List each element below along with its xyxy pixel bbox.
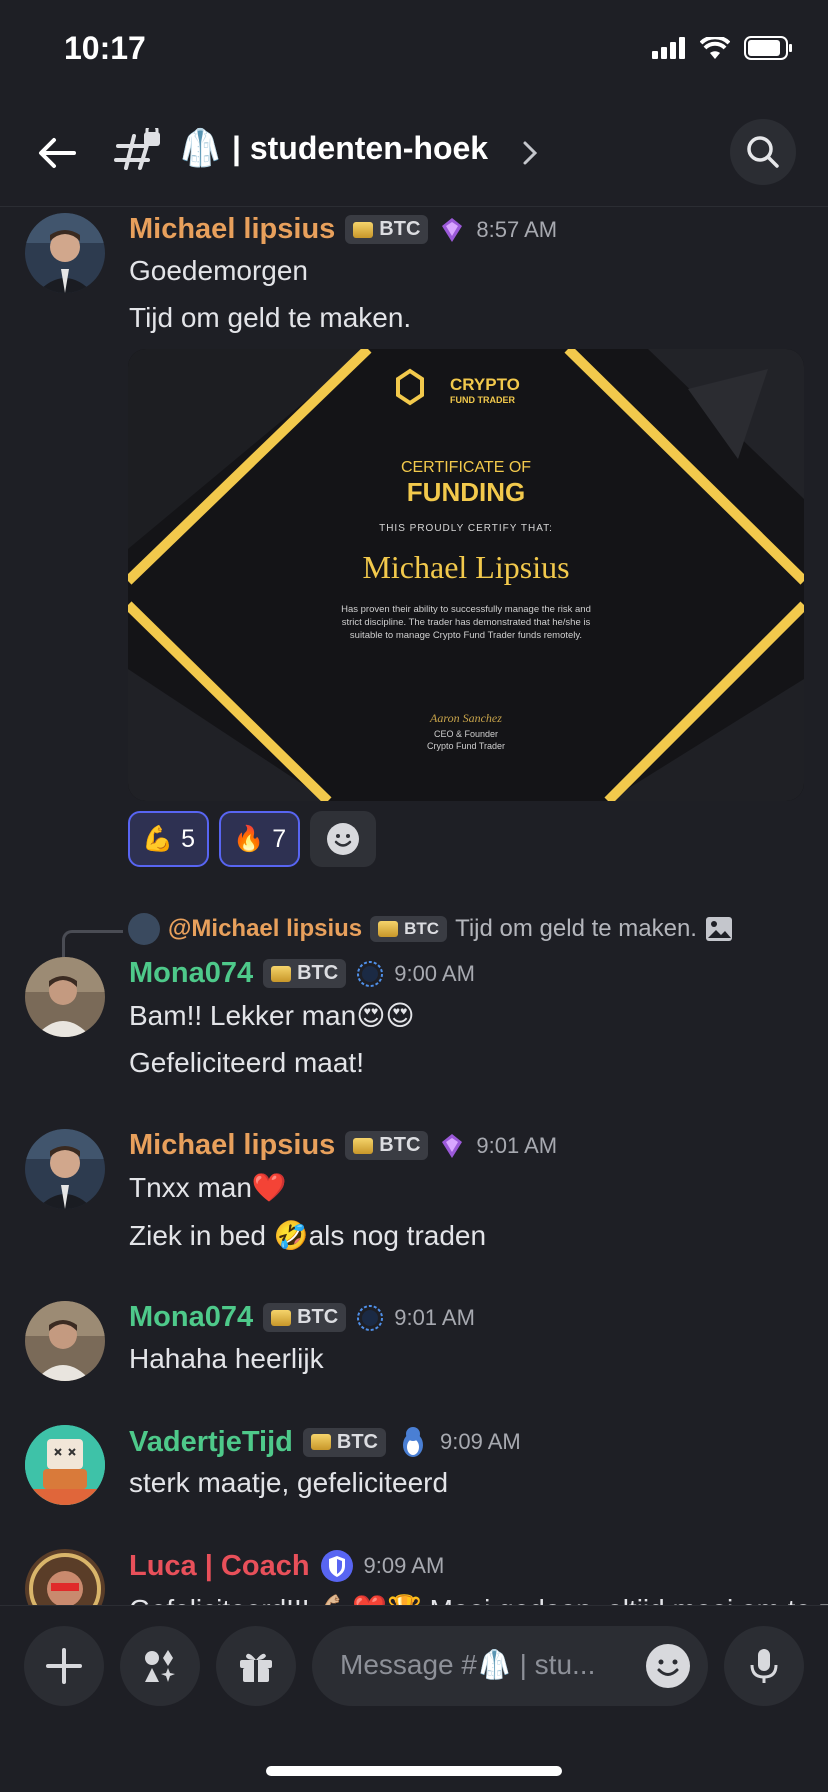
timestamp: 8:57 AM [476,216,558,242]
reaction-muscle[interactable]: 💪 5 [128,811,210,867]
back-arrow-icon[interactable] [34,130,80,176]
text-channel-lock-icon [114,128,160,170]
certificate-signature: Aaron Sanchez [430,711,502,725]
message-text: sterk maatje, gefeliciteerd [129,1467,449,1498]
status-time: 10:17 [64,30,146,66]
avatar[interactable] [25,1301,105,1381]
add-reaction-button[interactable] [310,811,377,867]
status-bar: 10:17 [0,0,828,100]
battery-icon [744,36,792,60]
role-badge: BTC [263,1303,347,1332]
timestamp: 9:09 AM [439,1429,521,1454]
gift-button[interactable] [216,1626,296,1706]
search-icon [747,136,779,168]
message-text: Gefeliciteerd!!! 💪🏼❤️🏆 Mooi gedaan, alti… [129,1593,828,1605]
message-meta: Michael lipsius BTC 8:57 AM [129,213,557,246]
certificate-name: Michael Lipsius [362,549,570,585]
emoji-icon [647,1645,689,1687]
message-text: Tijd om geld te maken. [129,302,412,333]
wifi-icon [700,37,730,59]
reaction-fire[interactable]: 🔥 7 [219,811,301,867]
avatar[interactable] [25,1129,105,1209]
role-badge: BTC [345,1131,429,1160]
avatar[interactable] [25,1549,105,1605]
timestamp: 9:01 AM [476,1132,558,1158]
message-placeholder: Message #🥼 | stu... [340,1649,596,1680]
message-meta: Mona074 BTC 9:00 AM [129,957,475,990]
message-meta: Michael lipsius BTC 9:01 AM [129,1129,557,1162]
fire-emoji: 🔥 [233,824,265,853]
certificate-brand-sub: FUND TRADER [450,395,515,405]
message-meta: Luca | Coach 9:09 AM [129,1549,444,1583]
author-name[interactable]: Luca | Coach [129,1550,310,1583]
muscle-emoji: 💪 [142,824,174,853]
message-text: Bam!! Lekker man😍😍 [129,1000,415,1031]
certificate-heading: CERTIFICATE OF [400,459,532,476]
status-icons [652,36,794,60]
home-indicator[interactable] [266,1766,562,1776]
reaction-count: 7 [272,824,287,853]
certificate-signer-company: Crypto Fund Trader [426,741,506,751]
penguin-badge-icon [402,1427,423,1457]
certificate-certify: THIS PROUDLY CERTIFY THAT: [379,523,553,534]
message-list[interactable]: Michael lipsius BTC 8:57 AM Goedemorgen … [0,207,828,1605]
message-text: Hahaha heerlijk [129,1343,324,1374]
reply-mention[interactable]: @Michael lipsius [168,915,362,943]
reaction-count: 5 [181,824,196,853]
gift-icon [240,1653,272,1682]
message-text: Ziek in bed 🤣als nog traden [129,1220,487,1251]
reply-avatar [128,913,160,945]
apps-icon [145,1650,175,1682]
search-button[interactable] [730,119,796,185]
author-name[interactable]: Mona074 [129,957,253,990]
certificate-brand: CRYPTO [450,375,520,394]
avatar[interactable] [25,213,105,293]
author-name[interactable]: VadertjeTijd [129,1426,293,1459]
message-meta: VadertjeTijd BTC 9:09 AM [129,1425,521,1459]
timestamp: 9:09 AM [363,1553,445,1578]
channel-emoji: 🥼 [178,127,223,168]
reply-preview[interactable]: @Michael lipsius BTC Tijd om geld te mak… [128,913,733,945]
channel-title[interactable]: | studenten-hoek [232,130,488,167]
emoji-icon [327,823,360,855]
plus-icon [46,1648,82,1684]
apps-button[interactable] [120,1626,200,1706]
signal-icon [652,37,685,59]
certificate-body: Has proven their ability to successfully… [341,604,591,641]
author-name[interactable]: Michael lipsius [129,213,335,246]
shield-badge-icon [320,1550,353,1582]
avatar[interactable] [25,1425,105,1505]
author-name[interactable]: Mona074 [129,1301,253,1334]
add-attachment-button[interactable] [24,1626,104,1706]
certificate-image[interactable]: CRYPTO FUND TRADER CERTIFICATE OF FUNDIN… [128,349,804,801]
role-badge: BTC [263,959,347,988]
timestamp: 9:00 AM [394,960,475,986]
level-badge-icon [357,960,384,987]
timestamp: 9:01 AM [394,1304,475,1330]
message-composer: Message #🥼 | stu... [0,1605,828,1726]
level-badge-icon [357,1304,384,1331]
chevron-right-icon[interactable] [520,138,540,168]
message-text: Gefeliciteerd maat! [129,1047,364,1078]
certificate-heading-big: FUNDING [406,477,526,507]
reply-text: Tijd om geld te maken. [455,915,697,942]
role-badge: BTC [370,916,448,942]
channel-header: 🥼 | studenten-hoek [0,100,828,207]
message-text: Tnxx man❤️ [129,1172,287,1203]
voice-message-button[interactable] [724,1626,804,1706]
reactions: 💪 5 🔥 7 [128,811,377,867]
author-name[interactable]: Michael lipsius [129,1129,335,1162]
certificate-signer-title: CEO & Founder [433,729,499,739]
message-text: Goedemorgen [129,255,309,286]
role-badge: BTC [345,215,429,244]
boost-gem-icon [442,217,463,242]
boost-gem-icon [442,1133,463,1158]
emoji-picker-button[interactable] [646,1644,690,1688]
role-badge: BTC [302,1427,386,1457]
avatar[interactable] [25,957,105,1037]
image-icon [705,917,732,941]
message-input[interactable]: Message #🥼 | stu... [312,1626,708,1706]
message-meta: Mona074 BTC 9:01 AM [129,1301,475,1334]
mic-icon [750,1649,778,1683]
